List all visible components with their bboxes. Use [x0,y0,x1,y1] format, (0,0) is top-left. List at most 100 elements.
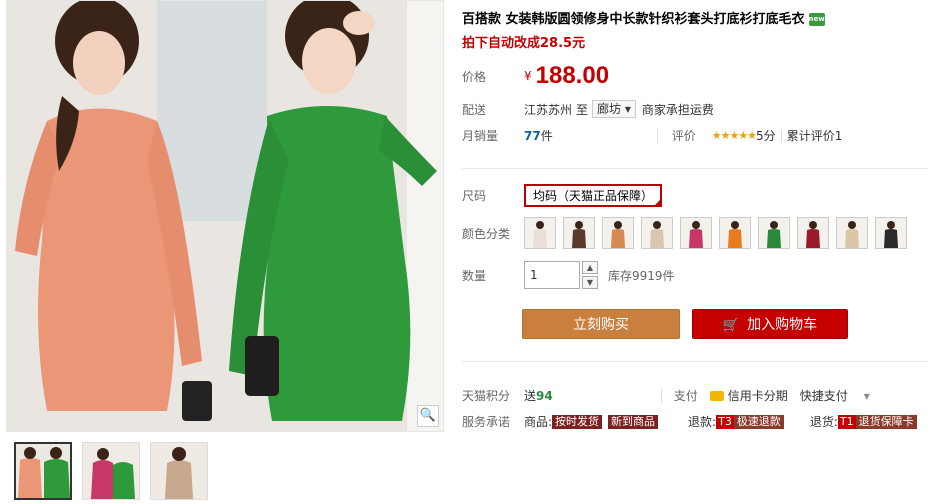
quantity-decrease-button[interactable]: ▼ [582,276,598,289]
color-swatch-image [876,218,906,248]
city-select[interactable]: 廊坊 ▾ [592,100,636,118]
promo-subtitle: 拍下自动改成28.5元 [462,36,586,51]
zoom-icon[interactable]: 🔍 [417,405,439,427]
sales-count: 77 [524,128,541,143]
quantity-row: 数量 1 ▲ ▼ 库存9919件 [462,261,675,289]
color-swatch-image [525,218,555,248]
color-swatch-image [603,218,633,248]
thumbnail-3[interactable] [150,442,208,500]
goods-label: 商品: [524,415,553,429]
return-label: 退款: [688,415,717,429]
service-tag-fast-refund[interactable]: 极速退款 [733,414,784,429]
size-label: 尺码 [462,189,487,203]
size-option-text: 均码（天猫正品保障） [533,189,654,203]
color-swatch[interactable] [875,217,907,249]
color-swatches [524,217,907,249]
service-tag-return-card[interactable]: 退货保障卡 [855,414,917,429]
product-gallery: 🔍 [6,0,444,504]
shipping-note: 商家承担运费 [641,102,714,117]
add-to-cart-label: 加入购物车 [747,317,818,333]
quantity-input[interactable]: 1 [524,261,580,289]
section-divider [462,361,928,362]
color-swatch-image [720,218,750,248]
sales-row: 月销量 77 件 评价 ★★★★★ 5分 累计评价1 [462,127,842,144]
size-row: 尺码 均码（天猫正品保障） [462,184,663,207]
points-value: 94 [536,388,553,403]
quick-pay[interactable]: 快捷支付 [800,387,848,404]
color-swatch-image [759,218,789,248]
quantity-increase-button[interactable]: ▲ [582,261,598,274]
rating-score: 5分 [756,129,776,143]
buy-now-button[interactable]: 立刻购买 [522,309,680,339]
points-payment-row: 天猫积分 送 94 支付 信用卡分期 快捷支付 ▾ [462,387,870,404]
thumbnail-image [83,443,139,499]
main-product-image[interactable]: 🔍 [6,0,444,432]
price-row: 价格 ¥ 188.00 [462,62,609,90]
size-option-selected[interactable]: 均码（天猫正品保障） [524,184,663,207]
color-row: 颜色分类 [462,217,907,249]
return-t-badge: T3 [716,414,734,429]
thumbnail-1[interactable] [14,442,72,500]
color-swatch[interactable] [563,217,595,249]
rating-label: 评价 [671,129,696,143]
service-tag-new[interactable]: 新到商品 [608,414,659,429]
product-title: 百搭款 女装韩版圆领修身中长款针织衫套头打底衫打底毛衣 new [462,8,825,27]
delivery-label: 配送 [462,102,487,117]
product-title-text: 百搭款 女装韩版圆领修身中长款针织衫套头打底衫打底毛衣 [462,12,805,27]
color-swatch[interactable] [758,217,790,249]
chevron-down-icon[interactable]: ▾ [864,389,870,403]
color-label: 颜色分类 [462,226,511,241]
total-reviews-link[interactable]: 累计评价1 [787,127,843,144]
service-tag-ontime[interactable]: 按时发货 [552,414,603,429]
quantity-stepper: ▲ ▼ [582,261,598,289]
divider [656,128,658,143]
service-label: 服务承诺 [462,415,511,429]
color-swatch[interactable] [797,217,829,249]
service-row: 服务承诺 商品: 按时发货 新到商品 退款: T3 极速退款 退货: T1 退货… [462,413,923,430]
color-swatch-image [798,218,828,248]
price-value: 188.00 [535,62,610,89]
delivery-from: 江苏苏州 [524,102,573,117]
city-select-value: 廊坊 [597,102,622,116]
color-swatch[interactable] [719,217,751,249]
stock-text: 库存9919件 [608,268,675,283]
quantity-label: 数量 [462,268,487,283]
buy-now-label: 立刻购买 [573,317,629,333]
currency-symbol: ¥ [524,69,532,83]
color-swatch-image [837,218,867,248]
divider [780,129,782,142]
payment-label: 支付 [673,389,698,403]
product-photo [7,1,443,431]
exchange-label: 退货: [809,415,838,429]
sales-unit: 件 [540,129,553,143]
selected-check-icon [653,198,663,207]
thumbnail-image [151,443,207,499]
sales-label: 月销量 [462,129,499,143]
color-swatch[interactable] [524,217,556,249]
chevron-down-icon: ▾ [624,102,631,116]
product-details: 百搭款 女装韩版圆领修身中长款针织衫套头打底衫打底毛衣 new 拍下自动改成28.… [462,0,930,504]
credit-installment[interactable]: 信用卡分期 [728,387,788,404]
section-divider [462,168,928,169]
rating-stars-icon: ★★★★★ [711,129,757,142]
delivery-row: 配送 江苏苏州 至 廊坊 ▾ 商家承担运费 [462,100,714,118]
points-prefix: 送 [524,389,537,403]
cart-icon: 🛒 [722,318,740,333]
color-swatch[interactable] [680,217,712,249]
add-to-cart-button[interactable]: 🛒 加入购物车 [692,309,848,339]
points-label: 天猫积分 [462,389,511,403]
color-swatch-image [681,218,711,248]
exchange-t-badge: T1 [837,414,856,429]
divider [660,388,662,403]
color-swatch[interactable] [641,217,673,249]
color-swatch-image [564,218,594,248]
thumbnail-2[interactable] [82,442,140,500]
color-swatch[interactable] [836,217,868,249]
thumbnail-image [16,444,70,498]
thumbnail-strip [14,442,208,500]
color-swatch[interactable] [602,217,634,249]
color-swatch-image [642,218,672,248]
price-label: 价格 [462,69,487,84]
delivery-to-word: 至 [576,102,589,117]
credit-card-icon [709,390,724,401]
